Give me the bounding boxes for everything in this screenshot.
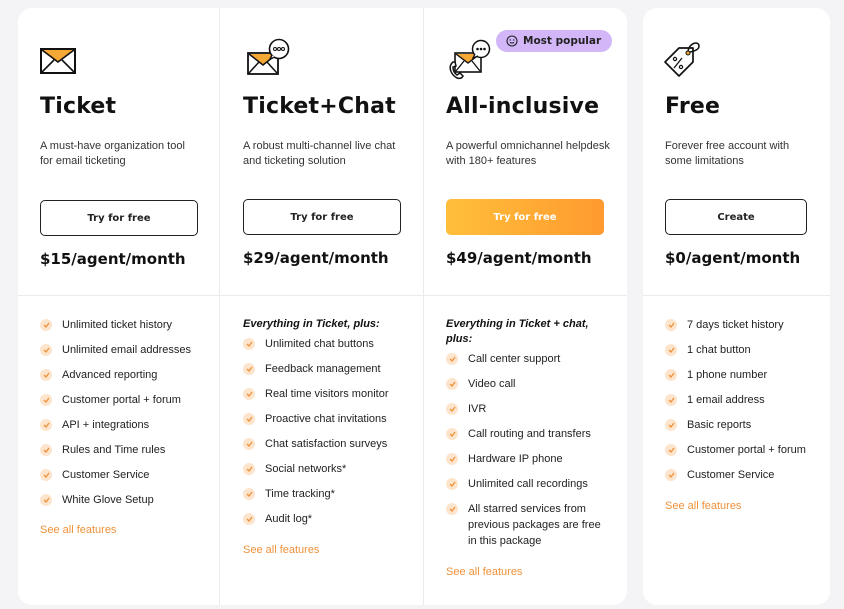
check-icon (665, 419, 677, 431)
check-icon (40, 469, 52, 481)
plan-description: A must-have organization tool for email … (40, 140, 185, 167)
try-for-free-button[interactable]: Try for free (446, 199, 604, 235)
envelope-chat-icon (246, 38, 292, 82)
check-icon (446, 428, 458, 440)
feature-item: Unlimited ticket history (40, 317, 211, 333)
feature-item: Feedback management (243, 361, 415, 377)
check-icon (243, 488, 255, 500)
feature-item: Basic reports (665, 417, 810, 433)
check-icon (446, 478, 458, 490)
plan-price: $0/agent/month (665, 249, 801, 267)
features-lead: Everything in Ticket + chat, plus: (446, 318, 589, 345)
plan-free: Free Forever free account with some limi… (643, 8, 830, 605)
try-for-free-button[interactable]: Try for free (40, 200, 198, 236)
envelope-icon (40, 48, 76, 78)
check-icon (243, 338, 255, 350)
price-tag-icon (663, 38, 703, 82)
feature-list: Unlimited ticket history Unlimited email… (40, 317, 211, 537)
check-icon (446, 403, 458, 415)
check-icon (243, 363, 255, 375)
feature-item: 1 phone number (665, 367, 810, 383)
feature-item: Time tracking* (243, 486, 415, 502)
free-plan-card: Free Forever free account with some limi… (643, 8, 830, 605)
plan-all-inclusive: Most popular All-inclusive A powerful om… (424, 8, 627, 605)
plan-name: Ticket+Chat (243, 94, 396, 119)
see-all-features-link[interactable]: See all features (243, 544, 319, 556)
feature-item: Unlimited call recordings (446, 476, 607, 492)
check-icon (446, 378, 458, 390)
feature-item: API + integrations (40, 417, 211, 433)
smiley-icon (506, 35, 518, 47)
feature-item: IVR (446, 401, 607, 417)
plan-name: Free (665, 94, 721, 119)
plan-description: A robust multi-channel live chat and tic… (243, 140, 396, 167)
check-icon (243, 413, 255, 425)
feature-item: All starred services from previous packa… (446, 501, 607, 549)
feature-list: Everything in Ticket, plus: Unlimited ch… (243, 317, 415, 557)
feature-item: Customer Service (665, 467, 810, 483)
feature-item: Audit log* (243, 511, 415, 527)
features-lead: Everything in Ticket, plus: (243, 318, 380, 330)
feature-item: Unlimited email addresses (40, 342, 211, 358)
check-icon (40, 494, 52, 506)
feature-item: Call routing and transfers (446, 426, 607, 442)
check-icon (40, 344, 52, 356)
check-icon (40, 444, 52, 456)
check-icon (665, 444, 677, 456)
feature-item: Real time visitors monitor (243, 386, 415, 402)
feature-item: Rules and Time rules (40, 442, 211, 458)
plan-name: All-inclusive (446, 94, 600, 119)
check-icon (446, 353, 458, 365)
check-icon (243, 463, 255, 475)
check-icon (40, 419, 52, 431)
plan-description: A powerful omnichannel helpdesk with 180… (446, 140, 610, 167)
feature-list: 7 days ticket history 1 chat button 1 ph… (665, 317, 810, 513)
check-icon (665, 319, 677, 331)
feature-item: Advanced reporting (40, 367, 211, 383)
check-icon (665, 394, 677, 406)
check-icon (665, 469, 677, 481)
check-icon (243, 438, 255, 450)
plan-price: $29/agent/month (243, 249, 389, 267)
check-icon (446, 503, 458, 515)
check-icon (665, 369, 677, 381)
feature-item: Video call (446, 376, 607, 392)
paid-plans-card: Ticket A must-have organization tool for… (18, 8, 627, 605)
badge-label: Most popular (523, 35, 602, 47)
create-button[interactable]: Create (665, 199, 807, 235)
feature-item: Chat satisfaction surveys (243, 436, 415, 452)
see-all-features-link[interactable]: See all features (665, 500, 741, 512)
feature-item: 1 chat button (665, 342, 810, 358)
feature-item: Customer portal + forum (40, 392, 211, 408)
most-popular-badge: Most popular (496, 30, 613, 52)
see-all-features-link[interactable]: See all features (40, 524, 116, 536)
feature-item: 7 days ticket history (665, 317, 810, 333)
plan-ticket-chat: Ticket+Chat A robust multi-channel live … (220, 8, 424, 605)
feature-item: White Glove Setup (40, 492, 211, 508)
feature-item: Proactive chat invitations (243, 411, 415, 427)
feature-item: Hardware IP phone (446, 451, 607, 467)
check-icon (243, 388, 255, 400)
feature-item: Customer Service (40, 467, 211, 483)
feature-item: Unlimited chat buttons (243, 336, 415, 352)
check-icon (665, 344, 677, 356)
plan-price: $15/agent/month (40, 250, 186, 268)
phone-envelope-chat-icon (447, 38, 493, 84)
feature-item: 1 email address (665, 392, 810, 408)
see-all-features-link[interactable]: See all features (446, 566, 522, 578)
plan-ticket: Ticket A must-have organization tool for… (18, 8, 220, 605)
feature-item: Social networks* (243, 461, 415, 477)
feature-item: Customer portal + forum (665, 442, 810, 458)
plan-price: $49/agent/month (446, 249, 592, 267)
check-icon (243, 513, 255, 525)
feature-list: Everything in Ticket + chat, plus: Call … (446, 317, 607, 579)
check-icon (446, 453, 458, 465)
check-icon (40, 394, 52, 406)
plan-name: Ticket (40, 94, 117, 119)
check-icon (40, 319, 52, 331)
try-for-free-button[interactable]: Try for free (243, 199, 401, 235)
plan-description: Forever free account with some limitatio… (665, 140, 790, 167)
feature-item: Call center support (446, 351, 607, 367)
check-icon (40, 369, 52, 381)
